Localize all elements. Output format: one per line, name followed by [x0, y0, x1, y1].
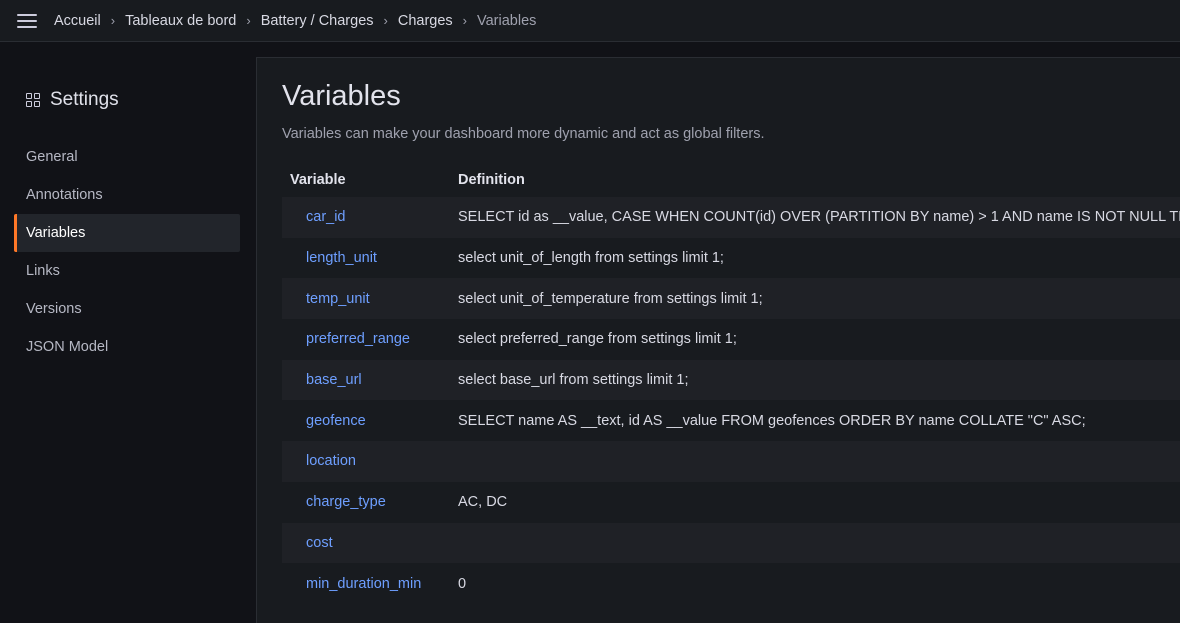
variable-definition: select unit_of_length from settings limi… — [458, 250, 724, 267]
variable-name-link[interactable]: geofence — [282, 413, 458, 429]
sidebar-item-links[interactable]: Links — [14, 252, 240, 290]
table-row[interactable]: temp_unit select unit_of_temperature fro… — [282, 278, 1180, 320]
sidebar-item-json-model[interactable]: JSON Model — [14, 328, 240, 366]
variable-definition: AC, DC — [458, 494, 508, 511]
table-row[interactable]: location — [282, 441, 1180, 482]
variable-definition: select unit_of_temperature from settings… — [458, 290, 763, 307]
column-header-definition: Definition — [458, 171, 525, 188]
variable-definition: select preferred_range from settings lim… — [458, 331, 737, 348]
breadcrumb-folder[interactable]: Battery / Charges — [261, 13, 374, 29]
chevron-right-icon: › — [462, 13, 468, 28]
menu-icon[interactable] — [0, 0, 54, 42]
page-title: Variables — [282, 80, 401, 112]
column-header-variable: Variable — [290, 171, 346, 188]
top-bar: Accueil › Tableaux de bord › Battery / C… — [0, 0, 1180, 42]
variable-definition: select base_url from settings limit 1; — [458, 372, 689, 389]
variables-panel: Variables Variables can make your dashbo… — [256, 57, 1180, 623]
breadcrumb-current: Variables — [477, 12, 537, 29]
variables-table: Variable Definition car_id SELECT id as … — [282, 162, 1180, 604]
chevron-right-icon: › — [110, 13, 116, 28]
table-row[interactable]: charge_type AC, DC — [282, 482, 1180, 523]
sidebar-item-annotations[interactable]: Annotations — [14, 176, 240, 214]
table-row[interactable]: cost — [282, 522, 1180, 564]
table-row[interactable]: car_id SELECT id as __value, CASE WHEN C… — [282, 197, 1180, 238]
table-row[interactable]: geofence SELECT name AS __text, id AS __… — [282, 400, 1180, 441]
variable-name-link[interactable]: charge_type — [282, 494, 458, 510]
variable-name-link[interactable]: cost — [282, 535, 458, 551]
variable-name-link[interactable]: length_unit — [282, 250, 458, 266]
table-header: Variable Definition — [282, 162, 1180, 197]
page-subtitle: Variables can make your dashboard more d… — [282, 126, 765, 142]
variable-name-link[interactable]: preferred_range — [282, 331, 458, 347]
breadcrumb-dashboards[interactable]: Tableaux de bord — [125, 13, 236, 29]
variable-name-link[interactable]: location — [282, 453, 458, 469]
breadcrumb-home[interactable]: Accueil — [54, 13, 101, 29]
chevron-right-icon: › — [383, 13, 388, 28]
apps-grid-icon — [26, 93, 40, 107]
settings-title-text: Settings — [50, 89, 119, 110]
variable-definition: SELECT name AS __text, id AS __value FRO… — [458, 412, 1086, 429]
table-row[interactable]: preferred_range select preferred_range f… — [282, 319, 1180, 360]
table-row[interactable]: length_unit select unit_of_length from s… — [282, 238, 1180, 279]
settings-sidebar: Settings General Annotations Variables L… — [0, 42, 256, 623]
variable-definition: SELECT id as __value, CASE WHEN COUNT(id… — [458, 209, 1180, 226]
table-row[interactable]: base_url select base_url from settings l… — [282, 359, 1180, 401]
variable-name-link[interactable]: base_url — [282, 372, 458, 388]
sidebar-item-versions[interactable]: Versions — [14, 290, 240, 328]
breadcrumb: Accueil › Tableaux de bord › Battery / C… — [54, 13, 536, 29]
chevron-right-icon: › — [246, 13, 251, 28]
settings-heading: Settings — [26, 89, 119, 111]
settings-nav: General Annotations Variables Links Vers… — [14, 138, 240, 366]
sidebar-item-variables[interactable]: Variables — [14, 214, 240, 252]
variable-definition: 0 — [458, 575, 467, 592]
variable-name-link[interactable]: car_id — [282, 209, 458, 225]
breadcrumb-dashboard[interactable]: Charges — [398, 13, 453, 29]
variable-name-link[interactable]: min_duration_min — [282, 576, 458, 592]
sidebar-item-general[interactable]: General — [14, 138, 240, 176]
variable-name-link[interactable]: temp_unit — [282, 291, 458, 307]
table-row[interactable]: min_duration_min 0 — [282, 563, 1180, 604]
